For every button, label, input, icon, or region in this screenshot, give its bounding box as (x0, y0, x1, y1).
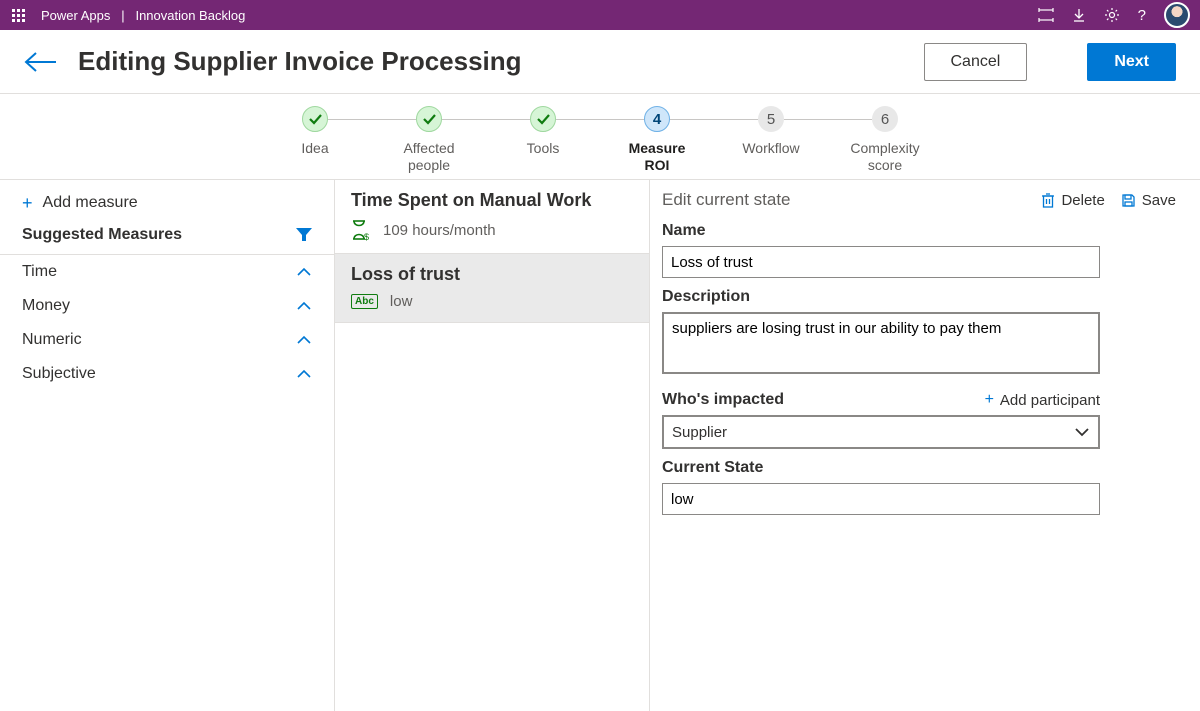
step-tools[interactable]: Tools (486, 106, 600, 157)
download-icon[interactable] (1072, 8, 1086, 22)
add-participant-label: Add participant (1000, 392, 1100, 409)
category-numeric[interactable]: Numeric (0, 323, 334, 357)
save-icon (1121, 193, 1136, 208)
name-field[interactable] (662, 246, 1100, 278)
step-workflow[interactable]: 5 Workflow (714, 106, 828, 157)
impacted-value: Supplier (672, 424, 727, 441)
check-icon (416, 106, 442, 132)
measures-sidebar: + Add measure Suggested Measures Time Mon… (0, 180, 335, 711)
avatar[interactable] (1164, 2, 1190, 28)
editor-heading: Edit current state (662, 190, 791, 210)
measure-item[interactable]: Loss of trust Abclow (335, 254, 649, 323)
category-time[interactable]: Time (0, 255, 334, 289)
fit-to-window-icon[interactable] (1038, 8, 1054, 22)
delete-label: Delete (1061, 192, 1104, 209)
plus-icon: + (985, 391, 994, 409)
description-field[interactable] (662, 312, 1100, 374)
step-label: Idea (301, 140, 328, 157)
name-label: Name (662, 222, 1176, 240)
page-header: Editing Supplier Invoice Processing Canc… (0, 30, 1200, 94)
save-button[interactable]: Save (1121, 192, 1176, 209)
delete-button[interactable]: Delete (1041, 192, 1104, 209)
cancel-button[interactable]: Cancel (924, 43, 1028, 81)
description-label: Description (662, 288, 1176, 306)
app-name: Power Apps (41, 8, 110, 23)
chevron-up-icon (296, 267, 312, 277)
chevron-up-icon (296, 301, 312, 311)
step-complexity-score[interactable]: 6 Complexityscore (828, 106, 942, 174)
step-label: Complexityscore (850, 140, 919, 174)
chevron-up-icon (296, 335, 312, 345)
measure-value: 109 hours/month (383, 222, 496, 239)
step-number: 6 (872, 106, 898, 132)
filter-icon[interactable] (296, 228, 312, 242)
step-number: 5 (758, 106, 784, 132)
step-number: 4 (644, 106, 670, 132)
step-label: Workflow (742, 140, 799, 157)
check-icon (530, 106, 556, 132)
measure-title: Loss of trust (351, 264, 633, 285)
chevron-down-icon (1074, 427, 1090, 437)
category-label: Numeric (22, 331, 82, 349)
current-state-field[interactable] (662, 483, 1100, 515)
topbar-separator: | (121, 8, 124, 23)
measures-list: Time Spent on Manual Work $109 hours/mont… (335, 180, 650, 711)
add-measure-button[interactable]: + Add measure (0, 188, 334, 220)
measure-value: low (390, 293, 413, 310)
hourglass-icon: $ (351, 219, 371, 241)
impacted-label: Who's impacted (662, 391, 784, 409)
step-affected-people[interactable]: Affectedpeople (372, 106, 486, 174)
chevron-up-icon (296, 369, 312, 379)
measure-editor: Edit current state Delete (650, 180, 1200, 711)
category-money[interactable]: Money (0, 289, 334, 323)
step-label: MeasureROI (629, 140, 686, 174)
back-arrow-icon[interactable] (24, 51, 58, 73)
step-label: Affectedpeople (403, 140, 454, 174)
step-idea[interactable]: Idea (258, 106, 372, 157)
add-measure-label: Add measure (43, 194, 138, 212)
abc-icon: Abc (351, 294, 378, 309)
step-measure-roi[interactable]: 4 MeasureROI (600, 106, 714, 174)
gear-icon[interactable] (1104, 7, 1120, 23)
trash-icon (1041, 192, 1055, 208)
svg-text:$: $ (364, 232, 369, 241)
add-participant-button[interactable]: + Add participant (985, 391, 1100, 409)
impacted-select[interactable]: Supplier (662, 415, 1100, 449)
app-topbar: Power Apps | Innovation Backlog ? (0, 0, 1200, 30)
wizard-stepper: Idea Affectedpeople Tools 4 MeasureROI 5 Workf… (0, 94, 1200, 180)
category-subjective[interactable]: Subjective (0, 357, 334, 391)
category-label: Money (22, 297, 70, 315)
next-button[interactable]: Next (1087, 43, 1176, 81)
app-context: Innovation Backlog (135, 8, 245, 23)
measure-title: Time Spent on Manual Work (351, 190, 633, 211)
measure-item[interactable]: Time Spent on Manual Work $109 hours/mont… (335, 180, 649, 254)
check-icon (302, 106, 328, 132)
current-state-label: Current State (662, 459, 1176, 477)
app-launcher-icon[interactable] (10, 7, 27, 24)
category-label: Time (22, 263, 57, 281)
help-icon[interactable]: ? (1138, 7, 1146, 24)
suggested-measures-heading: Suggested Measures (22, 226, 182, 244)
step-label: Tools (527, 140, 560, 157)
save-label: Save (1142, 192, 1176, 209)
plus-icon: + (22, 194, 33, 212)
category-label: Subjective (22, 365, 96, 383)
page-title: Editing Supplier Invoice Processing (78, 46, 904, 77)
